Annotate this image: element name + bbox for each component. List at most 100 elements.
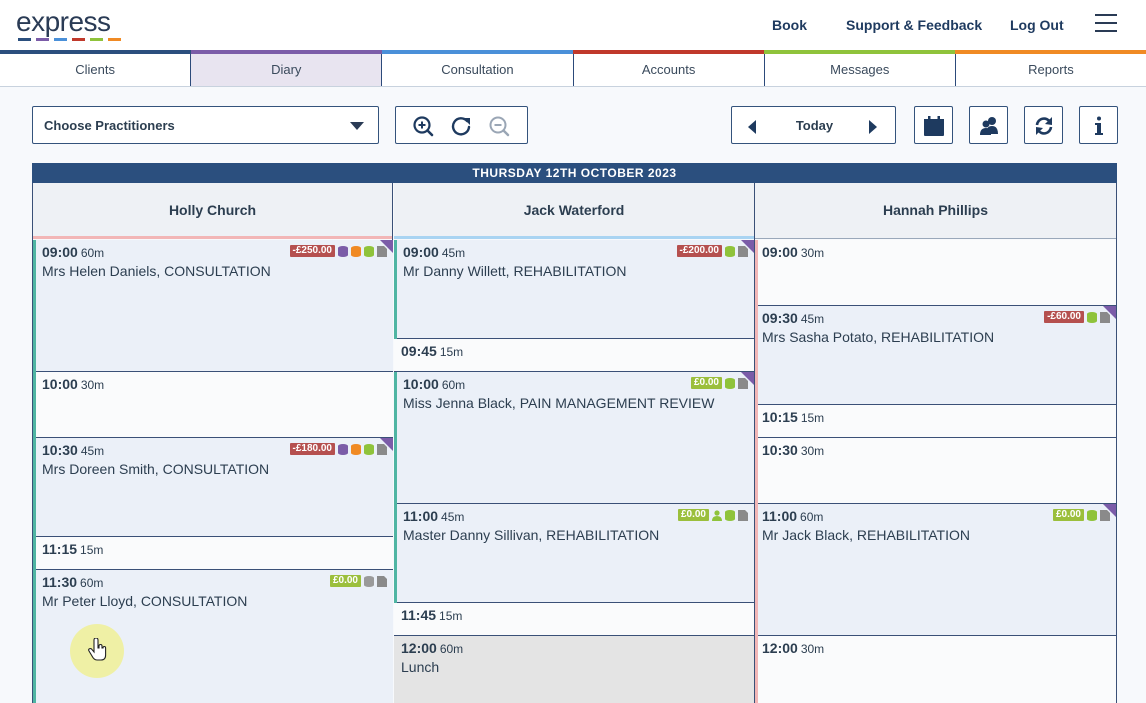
empty-slot[interactable]: 12:00 30m [758, 636, 1116, 703]
logo-text: express [16, 6, 111, 37]
practitioner-name-text: Holly Church [168, 202, 257, 218]
corner-flag-icon [741, 240, 754, 253]
balance-badge: £0.00 [1052, 509, 1084, 521]
practitioner-name-text: Jack Waterford [523, 202, 625, 218]
express-logo[interactable]: express [16, 8, 121, 41]
slot-time: 11:00 45m [403, 508, 465, 524]
slot-time: 10:00 30m [42, 376, 105, 392]
person-icon [712, 509, 722, 521]
tab-consultation[interactable]: Consultation [382, 54, 574, 86]
appointment-slot[interactable]: 09:30 45m Mrs Sasha Potato, REHABILITATIO… [758, 306, 1116, 405]
choose-practitioners-dropdown[interactable]: Choose Practitioners [32, 106, 379, 144]
coins-icon [364, 575, 374, 587]
appointment-slot[interactable]: 11:00 60m Mr Jack Black, REHABILITATION £… [758, 504, 1116, 636]
log-out-link[interactable]: Log Out [1010, 17, 1064, 33]
tab-diary[interactable]: Diary [191, 54, 383, 86]
practitioner-column: Jack Waterford 09:00 45m Mr Danny Willett… [394, 183, 755, 703]
tab-clients[interactable]: Clients [0, 54, 192, 86]
appointment-patient: Mr Peter Lloyd, CONSULTATION [42, 593, 248, 609]
coins-icon [351, 443, 361, 455]
coins-icon [725, 245, 735, 257]
appointment-badges: £0.00 [690, 377, 748, 389]
appointment-slot[interactable]: 10:30 45m Mrs Doreen Smith, CONSULTATION … [36, 438, 393, 537]
practitioner-color-underline [394, 236, 754, 239]
appointment-patient: Mr Jack Black, REHABILITATION [762, 527, 970, 543]
appointment-slot[interactable]: 09:00 45m Mr Danny Willett, REHABILITATIO… [397, 240, 754, 339]
tab-messages[interactable]: Messages [765, 54, 956, 86]
next-day-arrow-icon[interactable] [869, 120, 877, 134]
balance-badge: £0.00 [329, 575, 361, 587]
empty-slot[interactable]: 10:00 30m [36, 372, 393, 438]
hand-pointer-icon [88, 638, 107, 661]
empty-slot[interactable]: 10:30 30m [758, 438, 1116, 504]
lunch-block[interactable]: 12:00 60m Lunch [394, 636, 754, 703]
refresh-icon[interactable] [450, 115, 472, 137]
info-button[interactable] [1079, 106, 1118, 144]
sync-icon [1035, 117, 1053, 135]
sync-button[interactable] [1024, 106, 1063, 144]
coins-icon [725, 377, 735, 389]
slot-time: 12:00 60m [401, 640, 464, 656]
practitioner-name-text: Hannah Phillips [882, 202, 988, 218]
corner-flag-icon [380, 240, 393, 253]
info-icon [1095, 116, 1103, 135]
support-feedback-link[interactable]: Support & Feedback [846, 17, 982, 33]
slot-time: 09:00 30m [762, 244, 825, 260]
appointment-patient: Mr Danny Willett, REHABILITATION [403, 263, 627, 279]
coins-icon [364, 443, 374, 455]
balance-badge: £0.00 [677, 509, 709, 521]
users-icon [980, 117, 998, 135]
practitioner-name: Hannah Phillips [755, 183, 1116, 239]
document-icon [738, 509, 748, 521]
appointment-slot[interactable]: 09:00 60m Mrs Helen Daniels, CONSULTATION… [36, 240, 393, 372]
appointment-patient: Mrs Doreen Smith, CONSULTATION [42, 461, 270, 477]
appointment-slot[interactable]: 11:00 45m Master Danny Sillivan, REHABILI… [397, 504, 754, 603]
empty-slot[interactable]: 10:15 15m [758, 405, 1116, 438]
appointment-badges: -£200.00 [676, 245, 748, 257]
appointment-badges: -£180.00 [289, 443, 387, 455]
balance-badge: -£180.00 [289, 443, 335, 455]
calendar-button[interactable] [914, 106, 953, 144]
empty-slot[interactable]: 09:45 15m [394, 339, 754, 372]
menu-icon[interactable] [1095, 14, 1117, 34]
appointment-badges: £0.00 [677, 509, 748, 521]
empty-slot[interactable]: 11:15 15m [36, 537, 393, 570]
slot-time: 11:45 15m [401, 607, 463, 623]
cursor-highlight [70, 624, 124, 678]
empty-slot[interactable]: 11:45 15m [394, 603, 754, 636]
zoom-controls [395, 106, 528, 144]
slot-time: 10:30 30m [762, 442, 825, 458]
appointment-badges: £0.00 [329, 575, 387, 587]
choose-practitioners-label: Choose Practitioners [44, 118, 175, 133]
slot-time: 10:30 45m [42, 442, 105, 458]
slot-time: 11:30 60m [42, 574, 104, 590]
appointment-patient: Mrs Sasha Potato, REHABILITATION [762, 329, 995, 345]
appointment-slot[interactable]: 10:00 60m Miss Jenna Black, PAIN MANAGEME… [397, 372, 754, 504]
empty-slot[interactable]: 09:00 30m [758, 240, 1116, 306]
balance-badge: -£60.00 [1044, 311, 1084, 323]
appointment-badges: -£250.00 [289, 245, 387, 257]
appointment-patient: Master Danny Sillivan, REHABILITATION [403, 527, 660, 543]
date-navigator: Today [731, 106, 896, 144]
lunch-label: Lunch [401, 659, 440, 675]
tab-reports[interactable]: Reports [956, 54, 1146, 86]
slot-time: 11:15 15m [42, 541, 104, 557]
zoom-out-icon[interactable] [488, 115, 510, 137]
practitioner-group-button[interactable] [969, 106, 1008, 144]
practitioner-column: Hannah Phillips 09:00 30m 09:30 45m Mrs Sa… [755, 183, 1117, 703]
corner-flag-icon [1103, 306, 1116, 319]
book-link[interactable]: Book [772, 17, 807, 33]
coins-icon [364, 245, 374, 257]
tab-accounts[interactable]: Accounts [574, 54, 765, 86]
coins-icon [1087, 509, 1097, 521]
balance-badge: £0.00 [690, 377, 722, 389]
slot-time: 11:00 60m [762, 508, 824, 524]
coins-icon [338, 443, 348, 455]
diary-date-header: THURSDAY 12TH OCTOBER 2023 [32, 163, 1117, 183]
zoom-in-icon[interactable] [412, 115, 434, 137]
practitioner-name: Jack Waterford [394, 183, 754, 239]
slot-time: 09:45 15m [401, 343, 464, 359]
corner-flag-icon [1103, 504, 1116, 517]
main-tabs: Clients Diary Consultation Accounts Mess… [0, 54, 1146, 87]
document-icon [377, 575, 387, 587]
